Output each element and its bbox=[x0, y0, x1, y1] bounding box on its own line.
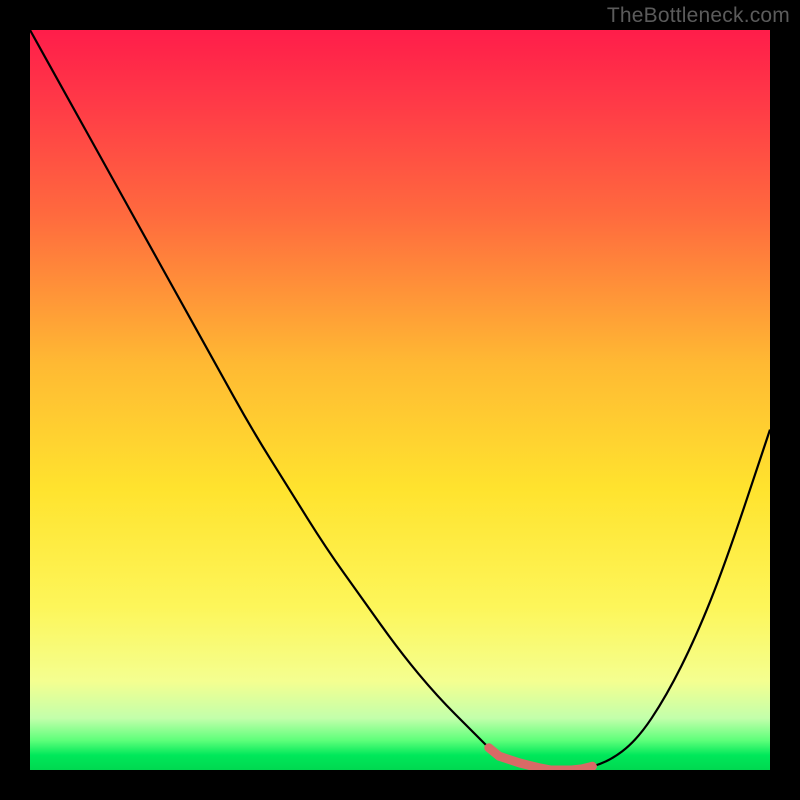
plot-area bbox=[30, 30, 770, 770]
chart-frame: TheBottleneck.com bbox=[0, 0, 800, 800]
curve-marker bbox=[489, 748, 593, 770]
curve-path bbox=[30, 30, 770, 770]
watermark-text: TheBottleneck.com bbox=[607, 4, 790, 28]
bottleneck-curve bbox=[30, 30, 770, 770]
